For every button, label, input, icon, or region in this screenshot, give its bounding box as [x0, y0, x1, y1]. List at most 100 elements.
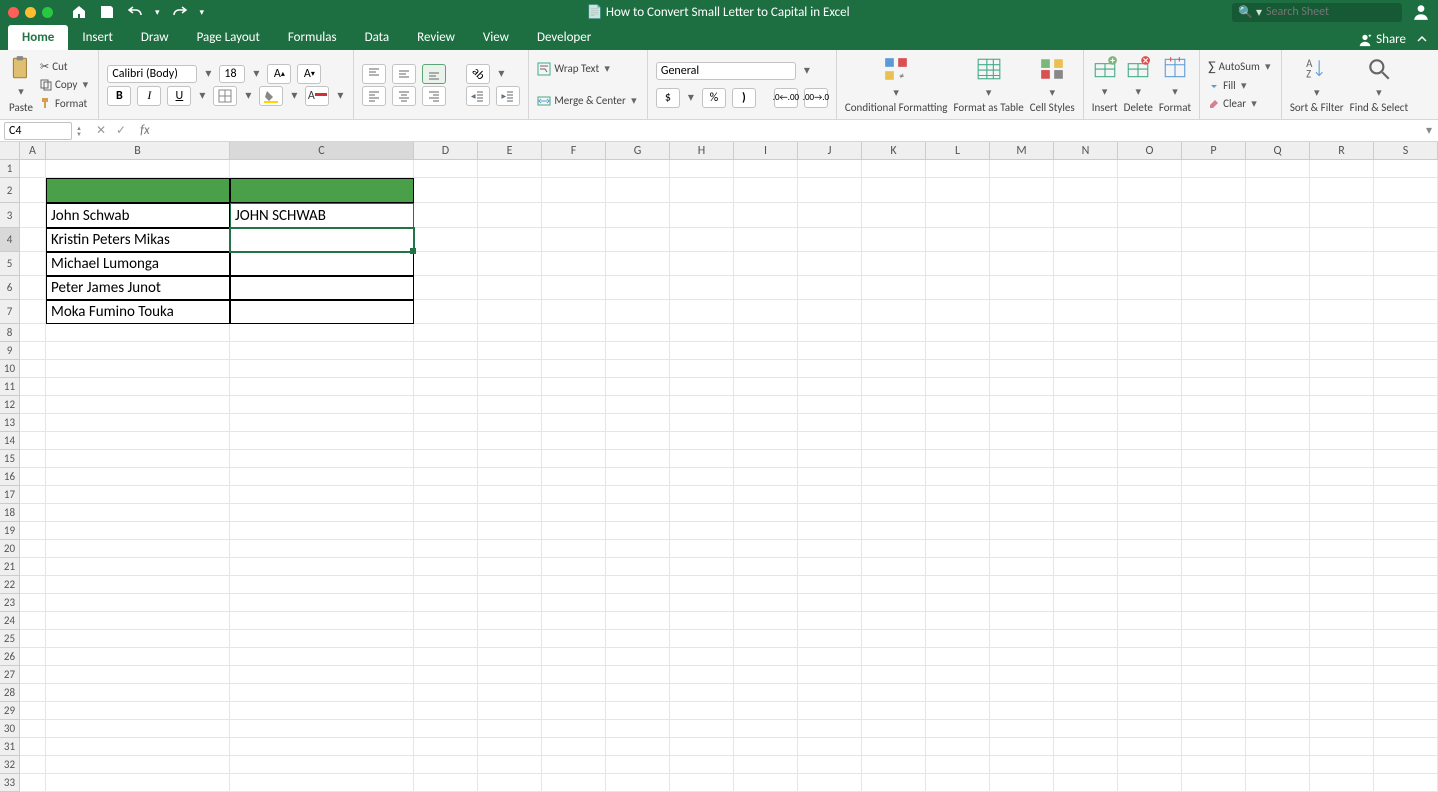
column-header-L[interactable]: L [926, 142, 990, 160]
cell-S33[interactable] [1374, 774, 1438, 792]
cell-K17[interactable] [862, 486, 926, 504]
cell-L27[interactable] [926, 666, 990, 684]
cell-G12[interactable] [606, 396, 670, 414]
cell-A15[interactable] [20, 450, 46, 468]
cell-P25[interactable] [1182, 630, 1246, 648]
cell-A13[interactable] [20, 414, 46, 432]
cell-S15[interactable] [1374, 450, 1438, 468]
cell-S9[interactable] [1374, 342, 1438, 360]
cell-D25[interactable] [414, 630, 478, 648]
cell-G33[interactable] [606, 774, 670, 792]
align-center-button[interactable] [392, 86, 416, 106]
row-header-17[interactable]: 17 [0, 486, 20, 504]
cell-S6[interactable] [1374, 276, 1438, 300]
cell-R26[interactable] [1310, 648, 1374, 666]
cell-O25[interactable] [1118, 630, 1182, 648]
find-dropdown[interactable]: ▾ [1374, 84, 1384, 100]
cell-H4[interactable] [670, 228, 734, 252]
borders-dropdown[interactable]: ▾ [243, 88, 253, 104]
cell-M24[interactable] [990, 612, 1054, 630]
cell-A8[interactable] [20, 324, 46, 342]
cell-P23[interactable] [1182, 594, 1246, 612]
cell-D4[interactable] [414, 228, 478, 252]
cell-N25[interactable] [1054, 630, 1118, 648]
cell-B3[interactable]: John Schwab [46, 203, 230, 228]
cell-P9[interactable] [1182, 342, 1246, 360]
cell-C4[interactable] [230, 228, 414, 252]
cell-H30[interactable] [670, 720, 734, 738]
column-header-G[interactable]: G [606, 142, 670, 160]
cell-M18[interactable] [990, 504, 1054, 522]
cell-G1[interactable] [606, 160, 670, 178]
cell-C22[interactable] [230, 576, 414, 594]
cell-G31[interactable] [606, 738, 670, 756]
cell-D30[interactable] [414, 720, 478, 738]
delete-dropdown[interactable]: ▾ [1133, 83, 1143, 99]
cell-O7[interactable] [1118, 300, 1182, 324]
cell-M26[interactable] [990, 648, 1054, 666]
cell-F1[interactable] [542, 160, 606, 178]
cell-C32[interactable] [230, 756, 414, 774]
tab-insert[interactable]: Insert [68, 25, 127, 50]
cell-P33[interactable] [1182, 774, 1246, 792]
cell-D15[interactable] [414, 450, 478, 468]
cell-P21[interactable] [1182, 558, 1246, 576]
cell-D5[interactable] [414, 252, 478, 276]
row-header-3[interactable]: 3 [0, 203, 20, 228]
cell-F17[interactable] [542, 486, 606, 504]
cell-N21[interactable] [1054, 558, 1118, 576]
cell-S24[interactable] [1374, 612, 1438, 630]
cell-R16[interactable] [1310, 468, 1374, 486]
cell-A28[interactable] [20, 684, 46, 702]
cell-D9[interactable] [414, 342, 478, 360]
cell-M27[interactable] [990, 666, 1054, 684]
cancel-icon[interactable]: ✕ [96, 123, 106, 138]
cell-A2[interactable] [20, 178, 46, 203]
cell-G3[interactable] [606, 203, 670, 228]
cell-G10[interactable] [606, 360, 670, 378]
cell-N10[interactable] [1054, 360, 1118, 378]
cell-A18[interactable] [20, 504, 46, 522]
cell-H3[interactable] [670, 203, 734, 228]
cell-Q4[interactable] [1246, 228, 1310, 252]
cell-R3[interactable] [1310, 203, 1374, 228]
format-painter-button[interactable]: Format [40, 97, 90, 110]
sort-filter-button[interactable]: AZ▾Sort & Filter [1290, 56, 1344, 113]
cell-O11[interactable] [1118, 378, 1182, 396]
cell-S17[interactable] [1374, 486, 1438, 504]
cell-D7[interactable] [414, 300, 478, 324]
cell-M23[interactable] [990, 594, 1054, 612]
cell-A26[interactable] [20, 648, 46, 666]
cell-styles-button[interactable]: ▾ Cell Styles [1030, 56, 1075, 113]
row-header-4[interactable]: 4 [0, 228, 20, 252]
shrink-font-button[interactable]: A▾ [297, 64, 321, 84]
cell-M6[interactable] [990, 276, 1054, 300]
cell-N12[interactable] [1054, 396, 1118, 414]
cell-R29[interactable] [1310, 702, 1374, 720]
cell-D27[interactable] [414, 666, 478, 684]
cell-F14[interactable] [542, 432, 606, 450]
cell-J19[interactable] [798, 522, 862, 540]
cell-R8[interactable] [1310, 324, 1374, 342]
cell-Q1[interactable] [1246, 160, 1310, 178]
cell-I9[interactable] [734, 342, 798, 360]
cell-E13[interactable] [478, 414, 542, 432]
row-header-5[interactable]: 5 [0, 252, 20, 276]
cell-J31[interactable] [798, 738, 862, 756]
merge-center-button[interactable]: Merge & Center▾ [537, 93, 639, 109]
cell-E27[interactable] [478, 666, 542, 684]
cell-H5[interactable] [670, 252, 734, 276]
cell-I10[interactable] [734, 360, 798, 378]
cell-S5[interactable] [1374, 252, 1438, 276]
font-name-dropdown[interactable]: ▾ [203, 66, 213, 82]
cell-M20[interactable] [990, 540, 1054, 558]
cell-J22[interactable] [798, 576, 862, 594]
cell-N29[interactable] [1054, 702, 1118, 720]
cell-A5[interactable] [20, 252, 46, 276]
cell-E6[interactable] [478, 276, 542, 300]
cell-F12[interactable] [542, 396, 606, 414]
cell-N16[interactable] [1054, 468, 1118, 486]
cell-C30[interactable] [230, 720, 414, 738]
cell-O28[interactable] [1118, 684, 1182, 702]
cell-K27[interactable] [862, 666, 926, 684]
